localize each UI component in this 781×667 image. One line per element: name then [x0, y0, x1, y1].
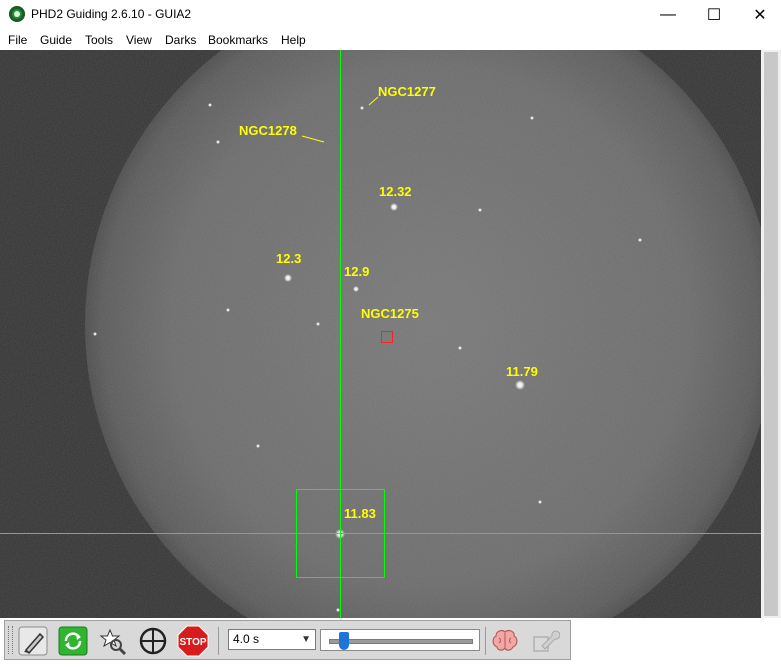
chevron-down-icon: ▼	[301, 634, 311, 645]
use-camera-icon[interactable]	[17, 625, 49, 657]
star	[256, 444, 260, 448]
star	[390, 203, 398, 211]
guide-camera-image[interactable]: NGC1277 NGC1278 12.32 12.3 12.9 NGC1275 …	[0, 50, 761, 618]
toolbar-separator	[218, 627, 219, 655]
auto-select-star-icon[interactable]	[97, 625, 129, 657]
gamma-slider[interactable]	[320, 629, 480, 651]
title-bar: PHD2 Guiding 2.6.10 - GUIA2 — ☐ ✕	[0, 0, 781, 30]
star-field: NGC1277 NGC1278 12.32 12.3 12.9 NGC1275 …	[0, 50, 761, 618]
scrollbar-thumb[interactable]	[764, 52, 778, 616]
label-mag-1183: 11.83	[344, 506, 376, 521]
menu-darks[interactable]: Darks	[165, 33, 196, 47]
brain-icon[interactable]	[489, 625, 521, 657]
maximize-button[interactable]: ☐	[691, 0, 737, 30]
star	[208, 103, 212, 107]
stop-icon[interactable]: STOP	[177, 625, 209, 657]
star	[216, 140, 220, 144]
minimize-button[interactable]: —	[645, 0, 691, 30]
label-ngc1277: NGC1277	[378, 84, 436, 99]
menu-file[interactable]: File	[8, 33, 27, 47]
settings-wrench-icon[interactable]	[529, 625, 561, 657]
toolbar-separator	[485, 627, 486, 655]
exposure-duration-select[interactable]: 4.0 s ▼	[228, 629, 316, 650]
app-icon	[9, 6, 25, 22]
main-toolbar: STOP 4.0 s ▼	[4, 620, 571, 660]
star	[226, 308, 230, 312]
star	[478, 208, 482, 212]
star	[93, 332, 97, 336]
slider-handle[interactable]	[339, 632, 349, 650]
label-mag-129: 12.9	[344, 264, 369, 279]
label-ngc1275: NGC1275	[361, 306, 419, 321]
label-ngc1278: NGC1278	[239, 123, 297, 138]
menu-help[interactable]: Help	[281, 33, 306, 47]
exposure-value: 4.0 s	[233, 632, 260, 646]
star	[458, 346, 462, 350]
label-mag-1232: 12.32	[379, 184, 412, 199]
guide-icon[interactable]	[137, 625, 169, 657]
window-title: PHD2 Guiding 2.6.10 - GUIA2	[31, 7, 192, 21]
menu-tools[interactable]: Tools	[85, 33, 113, 47]
label-mag-123: 12.3	[276, 251, 301, 266]
star	[336, 608, 340, 612]
star	[538, 500, 542, 504]
menu-guide[interactable]: Guide	[40, 33, 72, 47]
toolbar-grip[interactable]	[8, 626, 13, 654]
star	[515, 380, 525, 390]
close-button[interactable]: ✕	[737, 0, 781, 30]
star	[530, 116, 534, 120]
slider-track	[329, 639, 473, 644]
label-mag-1179: 11.79	[506, 364, 538, 379]
star	[360, 106, 364, 110]
star	[284, 274, 292, 282]
svg-text:STOP: STOP	[179, 637, 206, 648]
star	[316, 322, 320, 326]
menu-bookmarks[interactable]: Bookmarks	[208, 33, 268, 47]
star	[353, 286, 359, 292]
menu-bar: File Guide Tools View Darks Bookmarks He…	[0, 30, 781, 50]
loop-icon[interactable]	[57, 625, 89, 657]
star	[638, 238, 642, 242]
menu-view[interactable]: View	[126, 33, 152, 47]
